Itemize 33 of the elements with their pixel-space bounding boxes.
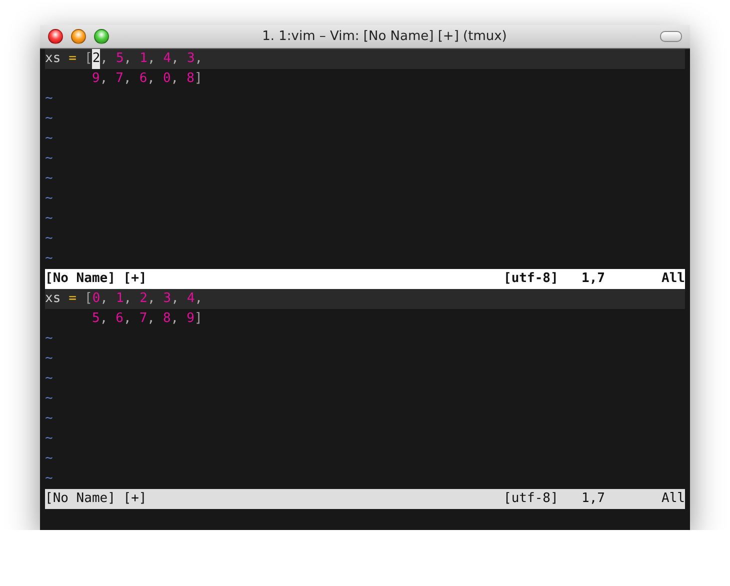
empty-line-marker: ~ xyxy=(45,250,54,268)
empty-line-marker: ~ xyxy=(45,130,54,148)
empty-line-marker: ~ xyxy=(45,170,54,188)
empty-line-marker: ~ xyxy=(45,330,54,348)
empty-line-marker: ~ xyxy=(45,470,54,488)
scroll-position: All xyxy=(662,270,685,288)
cursor-position: 1,7 xyxy=(582,270,606,288)
empty-line-marker: ~ xyxy=(45,450,54,468)
scroll-position: All xyxy=(662,490,685,508)
buffer-name: [No Name] [+] xyxy=(45,490,148,508)
file-encoding: [utf-8] xyxy=(504,490,560,508)
cursor-position: 1,7 xyxy=(582,490,606,508)
empty-line-marker: ~ xyxy=(45,90,54,108)
buffer-name: [No Name] [+] xyxy=(45,270,148,288)
empty-line-marker: ~ xyxy=(45,390,54,408)
empty-line-marker: ~ xyxy=(45,410,54,428)
file-encoding: [utf-8] xyxy=(504,270,560,288)
cursor: 2 xyxy=(92,49,100,69)
close-button[interactable] xyxy=(48,29,63,44)
empty-line-marker: ~ xyxy=(45,110,54,128)
empty-line-marker: ~ xyxy=(45,350,54,368)
empty-line-marker: ~ xyxy=(45,430,54,448)
toolbar-toggle-button[interactable] xyxy=(660,31,682,42)
empty-line-marker: ~ xyxy=(45,230,54,248)
minimize-button[interactable] xyxy=(71,29,86,44)
code-line: 9, 7, 6, 0, 8] xyxy=(91,70,204,88)
empty-line-marker: ~ xyxy=(45,190,54,208)
empty-line-marker: ~ xyxy=(45,150,54,168)
code-line: 5, 6, 7, 8, 9] xyxy=(91,310,204,328)
window-title: 1. 1:vim – Vim: [No Name] [+] (tmux) xyxy=(261,29,508,44)
empty-line-marker: ~ xyxy=(45,210,54,228)
empty-line-marker: ~ xyxy=(45,370,54,388)
zoom-button[interactable] xyxy=(94,29,109,44)
